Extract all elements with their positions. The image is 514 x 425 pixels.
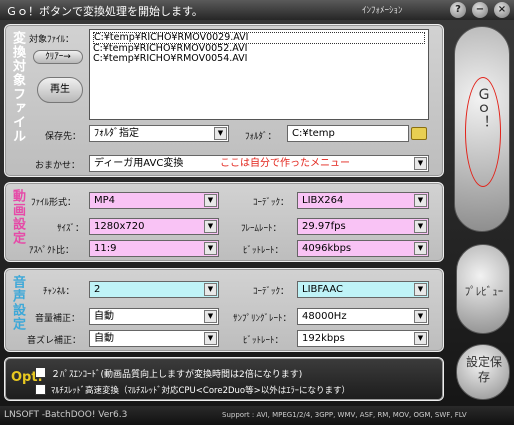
size-label: ｻｲｽﾞ：	[57, 224, 85, 234]
files-section-label: 変換対象ファイル	[10, 31, 25, 143]
audio-section-label: 音声設定	[10, 275, 25, 331]
preset-select[interactable]: ディーガ用AVC変換 ここは自分で作ったメニュー ▼	[89, 155, 429, 172]
chevron-down-icon[interactable]: ▼	[414, 283, 427, 296]
chevron-down-icon[interactable]: ▼	[414, 157, 427, 170]
audio-codec-select[interactable]: LIBFAAC ▼	[297, 281, 429, 298]
framerate-value: 29.97fps	[302, 221, 346, 232]
volume-correction-select[interactable]: 自動 ▼	[89, 308, 219, 325]
video-codec-select[interactable]: LIBX264 ▼	[297, 192, 429, 209]
two-pass-checkbox[interactable]	[35, 367, 46, 378]
title-bar: Ｇｏ！ボタンで変換処理を開始します。 ｲﾝﾌｫﾒｰｼｮﾝ ? − ×	[0, 0, 514, 20]
multithread-label: ﾏﾙﾁｽﾚｯﾄﾞ高速変換（ﾏﾙﾁｽﾚｯﾄﾞ対応CPU<Core2Duo等>以外は…	[51, 386, 350, 396]
file-list[interactable]: C:¥temp¥RICHO¥RMOV0029.AVI C:¥temp¥RICHO…	[89, 29, 429, 120]
information-link[interactable]: ｲﾝﾌｫﾒｰｼｮﾝ	[362, 3, 403, 16]
chevron-down-icon[interactable]: ▼	[414, 332, 427, 345]
file-list-item[interactable]: C:¥temp¥RICHO¥RMOV0054.AVI	[93, 54, 425, 64]
preset-label: おまかせ：	[35, 161, 81, 171]
volume-correction-label: 音量補正：	[35, 314, 81, 324]
multithread-checkbox[interactable]	[35, 384, 46, 395]
support-text: Support : AVI, MPEG1/2/4, 3GPP, WMV, ASF…	[222, 411, 467, 419]
chevron-down-icon[interactable]: ▼	[204, 332, 217, 345]
chevron-down-icon[interactable]: ▼	[204, 194, 217, 207]
chevron-down-icon[interactable]: ▼	[414, 310, 427, 323]
save-destination-select[interactable]: ﾌｫﾙﾀﾞ指定 ▼	[89, 125, 229, 142]
save-destination-value: ﾌｫﾙﾀﾞ指定	[94, 128, 139, 139]
status-bar: LNSOFT -BatchDOO! Ver6.3 Support : AVI, …	[0, 406, 514, 425]
close-button[interactable]: ×	[494, 2, 510, 18]
video-bitrate-select[interactable]: 4096kbps ▼	[297, 240, 429, 257]
size-value: 1280x720	[94, 221, 145, 232]
video-section-label: 動画設定	[10, 189, 25, 245]
options-panel: Opt. ２ﾊﾟｽｴﾝｺｰﾄﾞ(動画品質向上しますが変換時間は2倍になります) …	[4, 357, 444, 401]
audio-bitrate-value: 192kbps	[302, 333, 345, 344]
video-bitrate-label: ﾋﾞｯﾄﾚｰﾄ：	[243, 246, 284, 256]
save-settings-button[interactable]: 設定保存	[456, 344, 510, 400]
audio-gap-correction-label: 音ズレ補正：	[27, 336, 82, 346]
chevron-down-icon[interactable]: ▼	[214, 127, 227, 140]
channel-select[interactable]: 2 ▼	[89, 281, 219, 298]
go-button-label: Ｇｏ！	[475, 87, 491, 129]
audio-panel: 音声設定 ﾁｬﾝﾈﾙ： 2 ▼ 音量補正： 自動 ▼ 音ズレ補正： 自動 ▼ ｺ…	[4, 268, 444, 352]
sample-rate-label: ｻﾝﾌﾟﾘﾝｸﾞﾚｰﾄ：	[233, 314, 292, 324]
two-pass-label: ２ﾊﾟｽｴﾝｺｰﾄﾞ(動画品質向上しますが変換時間は2倍になります)	[51, 370, 303, 380]
aspect-ratio-label: ｱｽﾍﾟｸﾄ比：	[29, 246, 75, 256]
channel-value: 2	[94, 284, 101, 295]
audio-gap-correction-select[interactable]: 自動 ▼	[89, 330, 219, 347]
version-text: LNSOFT -BatchDOO! Ver6.3	[4, 410, 128, 420]
help-button[interactable]: ?	[450, 2, 466, 18]
chevron-down-icon[interactable]: ▼	[414, 194, 427, 207]
preview-button[interactable]: ﾌﾟﾚﾋﾞｭｰ	[456, 244, 510, 334]
preset-value: ディーガ用AVC変換	[94, 158, 184, 169]
minimize-button[interactable]: −	[472, 2, 488, 18]
aspect-ratio-select[interactable]: 11:9 ▼	[89, 240, 219, 257]
chevron-down-icon[interactable]: ▼	[204, 283, 217, 296]
sample-rate-value: 48000Hz	[302, 311, 347, 322]
play-button[interactable]: 再生	[37, 77, 83, 103]
audio-codec-value: LIBFAAC	[302, 284, 343, 295]
size-select[interactable]: 1280x720 ▼	[89, 218, 219, 235]
sample-rate-select[interactable]: 48000Hz ▼	[297, 308, 429, 325]
app-window: Ｇｏ！ボタンで変換処理を開始します。 ｲﾝﾌｫﾒｰｼｮﾝ ? − × 変換対象フ…	[0, 0, 514, 425]
file-format-label: ﾌｧｲﾙ形式：	[31, 198, 77, 208]
save-settings-label: 設定保存	[466, 355, 503, 384]
video-panel: 動画設定 ﾌｧｲﾙ形式： MP4 ▼ ｻｲｽﾞ： 1280x720 ▼ ｱｽﾍﾟ…	[4, 182, 444, 262]
channel-label: ﾁｬﾝﾈﾙ：	[43, 287, 75, 297]
aspect-ratio-value: 11:9	[94, 243, 117, 254]
folder-value: C:¥temp	[292, 128, 335, 139]
preview-button-label: ﾌﾟﾚﾋﾞｭｰ	[464, 285, 504, 298]
preset-note: ここは自分で作ったメニュー	[220, 158, 350, 169]
audio-gap-correction-value: 自動	[94, 333, 114, 344]
files-panel: 変換対象ファイル 対象ﾌｧｲﾙ： ｸﾘｱｰ→ 再生 C:¥temp¥RICHO¥…	[4, 24, 444, 177]
chevron-down-icon[interactable]: ▼	[414, 220, 427, 233]
save-destination-label: 保存先：	[45, 132, 82, 142]
audio-bitrate-label: ﾋﾞｯﾄﾚｰﾄ：	[243, 336, 284, 346]
go-button[interactable]: Ｇｏ！	[454, 26, 510, 232]
framerate-select[interactable]: 29.97fps ▼	[297, 218, 429, 235]
folder-label: ﾌｫﾙﾀﾞ：	[245, 132, 277, 142]
audio-bitrate-select[interactable]: 192kbps ▼	[297, 330, 429, 347]
chevron-down-icon[interactable]: ▼	[204, 242, 217, 255]
audio-codec-label: ｺｰﾃﾞｯｸ：	[253, 287, 290, 297]
framerate-label: ﾌﾚｰﾑﾚｰﾄ：	[241, 224, 282, 234]
folder-icon[interactable]	[411, 127, 427, 140]
clear-button[interactable]: ｸﾘｱｰ→	[33, 50, 83, 64]
chevron-down-icon[interactable]: ▼	[204, 220, 217, 233]
chevron-down-icon[interactable]: ▼	[204, 310, 217, 323]
file-format-value: MP4	[94, 195, 116, 206]
window-title: Ｇｏ！ボタンで変換処理を開始します。	[6, 5, 203, 18]
target-files-label: 対象ﾌｧｲﾙ：	[29, 35, 75, 45]
volume-correction-value: 自動	[94, 311, 114, 322]
chevron-down-icon[interactable]: ▼	[414, 242, 427, 255]
video-codec-value: LIBX264	[302, 195, 344, 206]
file-format-select[interactable]: MP4 ▼	[89, 192, 219, 209]
video-bitrate-value: 4096kbps	[302, 243, 352, 254]
video-codec-label: ｺｰﾃﾞｯｸ：	[253, 198, 290, 208]
folder-input[interactable]: C:¥temp	[287, 125, 409, 142]
